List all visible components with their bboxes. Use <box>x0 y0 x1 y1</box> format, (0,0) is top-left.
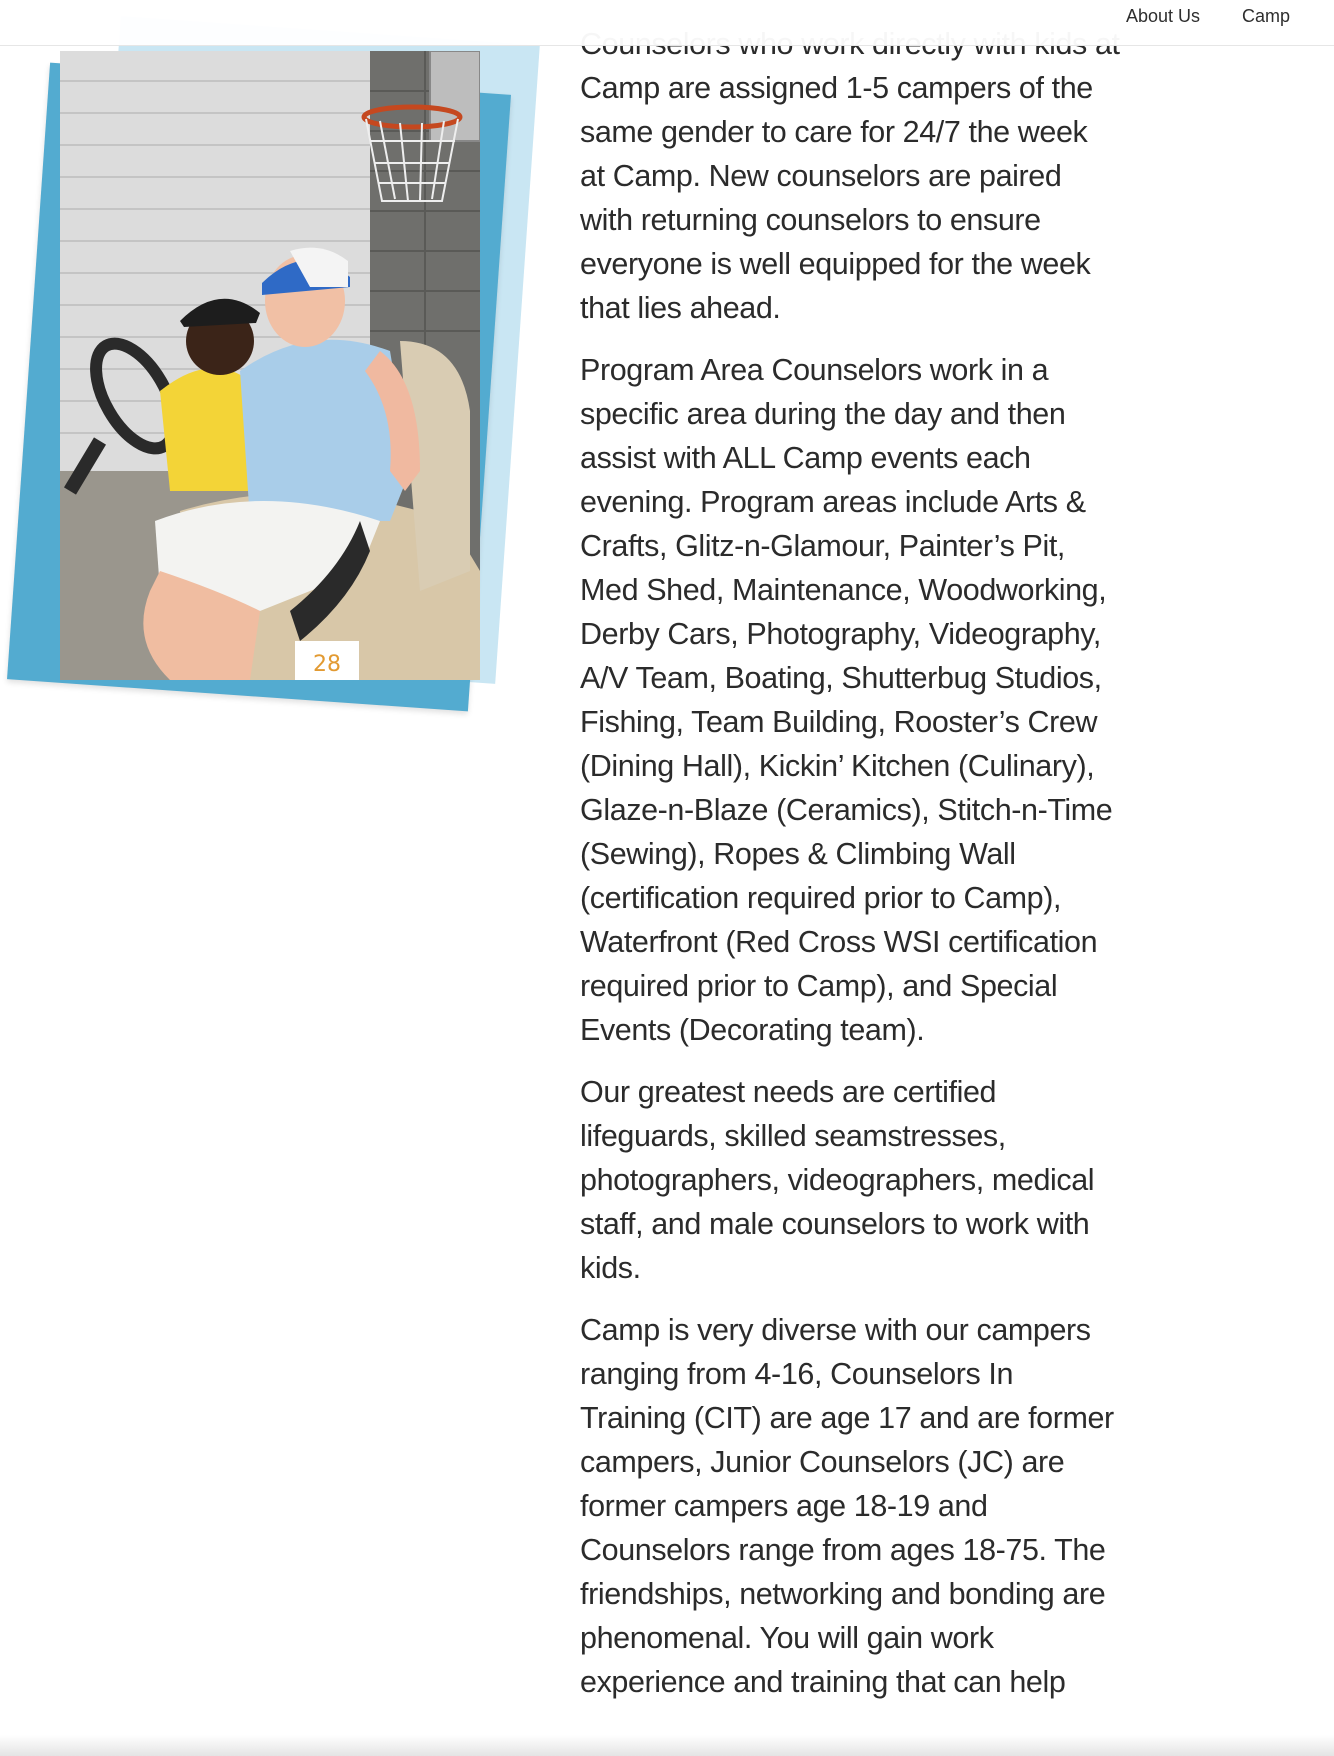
paragraph-greatest-needs: Our greatest needs are certified lifegua… <box>580 1075 1095 1285</box>
paragraph-counselor-assignment: Counselors who work directly with kids a… <box>580 27 1120 325</box>
nav-link-camp[interactable]: Camp <box>1242 6 1290 26</box>
nav-link-about-us[interactable]: About Us <box>1126 6 1200 26</box>
photo-block: 28 <box>0 0 560 740</box>
cart-number-label: 28 <box>313 652 341 677</box>
bottom-scroll-shadow <box>0 1735 1334 1756</box>
top-navigation-bar: About Us Camp <box>0 0 1334 46</box>
paragraph-camp-diversity: Camp is very diverse with our campers ra… <box>580 1313 1114 1699</box>
camp-photo: 28 <box>60 51 480 680</box>
paragraph-program-areas: Program Area Counselors work in a specif… <box>580 353 1113 1047</box>
main-content: Counselors who work directly with kids a… <box>580 22 1120 1722</box>
